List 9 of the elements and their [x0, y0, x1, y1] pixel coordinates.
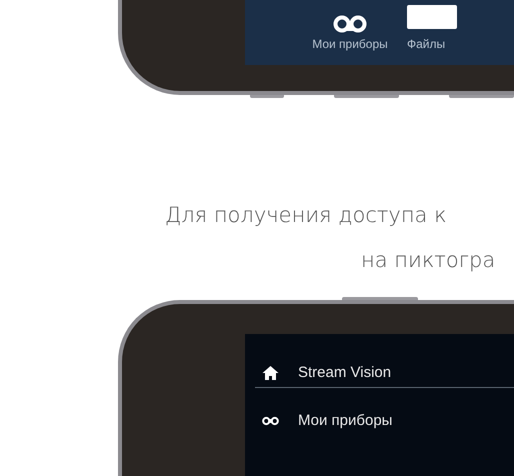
instruction-text: на пиктогра [360, 247, 496, 274]
file-icon [407, 5, 457, 29]
binoculars-icon [333, 15, 367, 33]
instruction-text: Для получения доступа к [164, 202, 448, 229]
menu-item[interactable]: Мои приборы [298, 412, 392, 429]
tab-label[interactable]: Мои приборы [312, 37, 388, 51]
tab-label[interactable]: Файлы [407, 37, 446, 51]
menu-item[interactable]: Stream Vision [298, 364, 392, 381]
home-icon [262, 366, 279, 380]
